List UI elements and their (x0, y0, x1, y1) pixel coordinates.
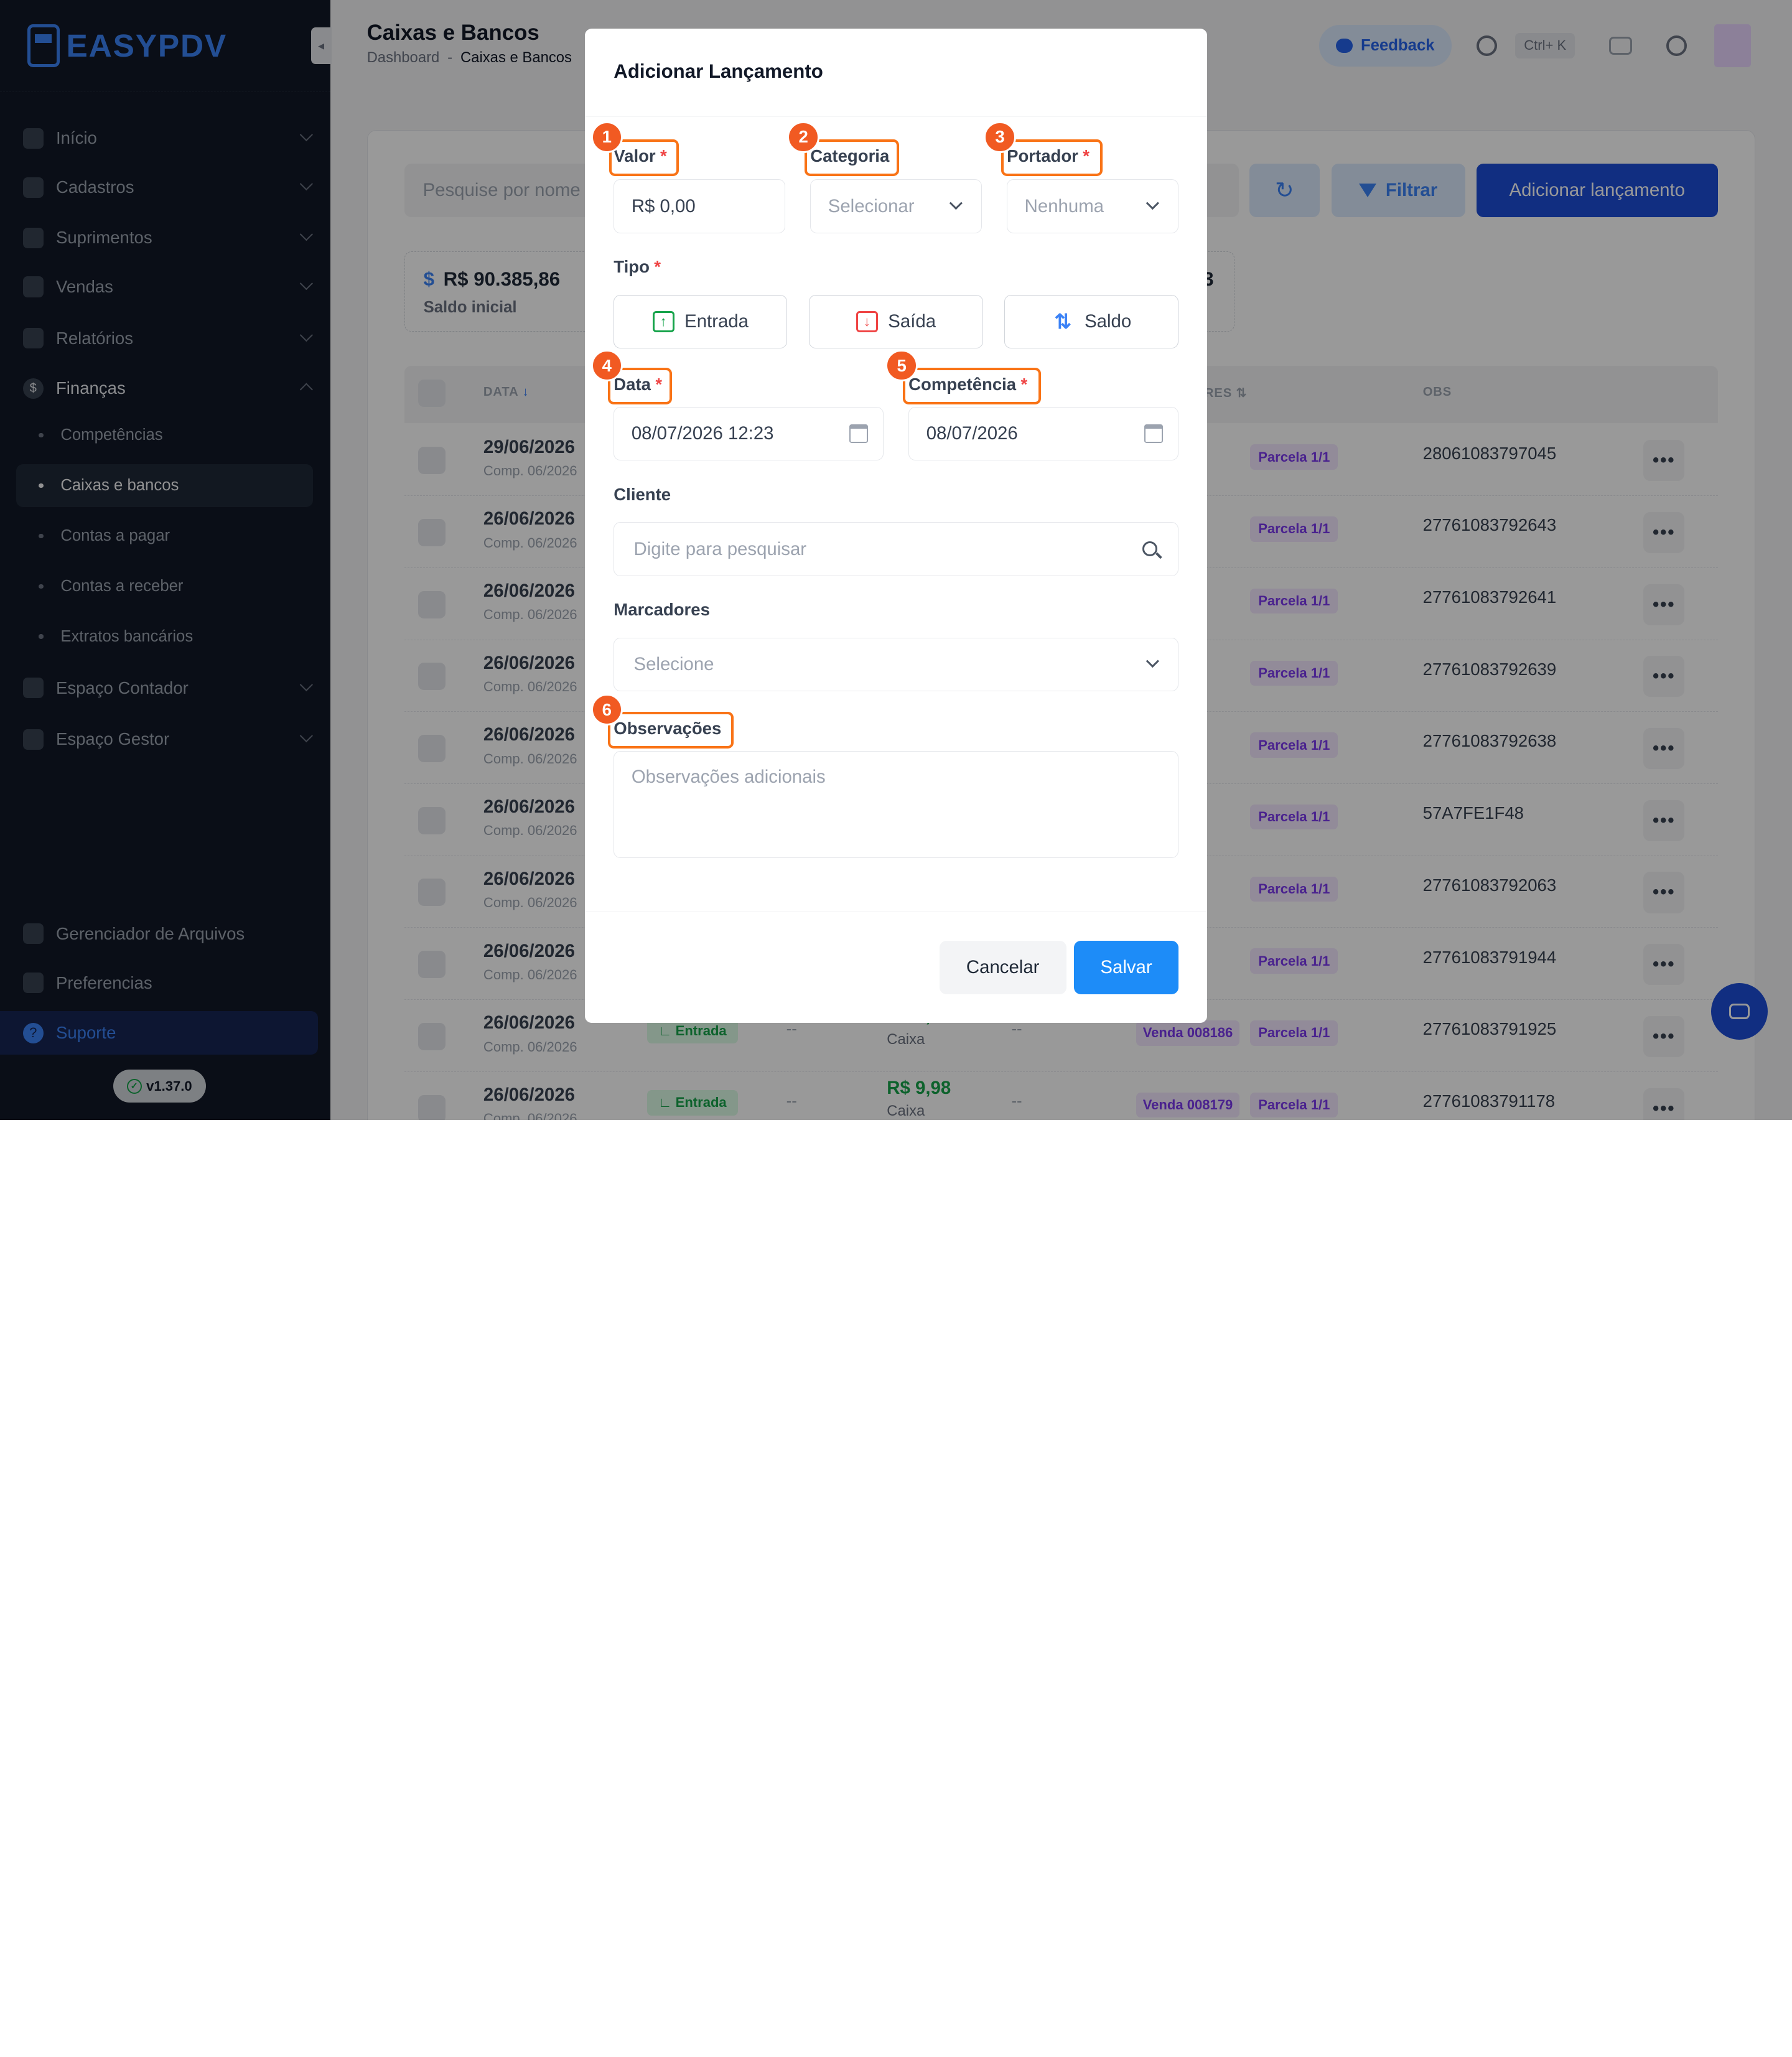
cancel-button[interactable]: Cancelar (939, 940, 1066, 994)
select-placeholder: Selecione (633, 654, 714, 675)
categoria-select[interactable]: Selecionar (810, 179, 982, 233)
search-icon (1142, 541, 1157, 556)
marcadores-select[interactable]: Selecione (614, 637, 1178, 692)
annotation-badge: 6 (590, 693, 623, 726)
annotation-box (902, 368, 1042, 405)
annotation-badge: 2 (787, 121, 819, 154)
tipo-label-text: Saída (888, 311, 936, 332)
valor-input[interactable]: R$ 0,00 (614, 179, 785, 233)
data-input[interactable]: 08/07/2026 12:23 (614, 406, 884, 461)
modal-title: Adicionar Lançamento (614, 60, 823, 83)
label-text: Tipo (614, 257, 650, 277)
cliente-label: Cliente (614, 484, 671, 504)
annotation-badge: 3 (984, 121, 1016, 154)
chevron-down-icon (1146, 655, 1159, 668)
modal-header-divider (585, 116, 1207, 117)
add-entry-modal: Adicionar Lançamento Valor * 1 R$ 0,00 Ca… (585, 28, 1207, 1023)
calendar-icon[interactable] (1144, 424, 1163, 443)
marcadores-label: Marcadores (614, 600, 710, 620)
tipo-label: Tipo * (614, 257, 661, 277)
observacoes-textarea[interactable]: Observações adicionais (614, 750, 1178, 859)
tipo-saldo-button[interactable]: ⇅ Saldo (1004, 294, 1178, 349)
annotation-box (1001, 139, 1103, 176)
annotation-box (608, 712, 734, 749)
input-value: 08/07/2026 (926, 423, 1018, 444)
select-placeholder: Nenhuma (1024, 195, 1104, 217)
tipo-label-text: Entrada (684, 311, 749, 332)
tipo-label-text: Saldo (1085, 311, 1132, 332)
annotation-badge: 4 (590, 350, 623, 382)
competencia-input[interactable]: 08/07/2026 (908, 406, 1178, 461)
save-button[interactable]: Salvar (1074, 940, 1178, 994)
input-placeholder: Digite para pesquisar (633, 538, 807, 559)
chevron-down-icon (1146, 196, 1159, 210)
annotation-badge: 1 (590, 121, 623, 154)
transfer-arrows-icon: ⇅ (1054, 310, 1072, 334)
chevron-down-icon (949, 196, 963, 210)
annotation-badge: 5 (885, 350, 918, 382)
portador-select[interactable]: Nenhuma (1007, 179, 1178, 233)
calendar-icon[interactable] (849, 424, 868, 443)
cliente-search-input[interactable]: Digite para pesquisar (614, 522, 1178, 576)
modal-footer-divider (585, 910, 1207, 912)
tipo-saida-button[interactable]: ↓ Saída (809, 294, 983, 349)
annotation-box (805, 139, 900, 176)
input-value: 08/07/2026 12:23 (631, 423, 774, 444)
arrow-up-icon: ↑ (652, 310, 674, 333)
required-mark: * (654, 257, 661, 277)
tipo-entrada-button[interactable]: ↑ Entrada (614, 294, 788, 349)
app-root: EASYPDV ◂ Início Cadastros Suprimentos V… (0, 0, 1792, 1120)
arrow-down-icon: ↓ (856, 310, 878, 333)
select-placeholder: Selecionar (828, 195, 915, 217)
